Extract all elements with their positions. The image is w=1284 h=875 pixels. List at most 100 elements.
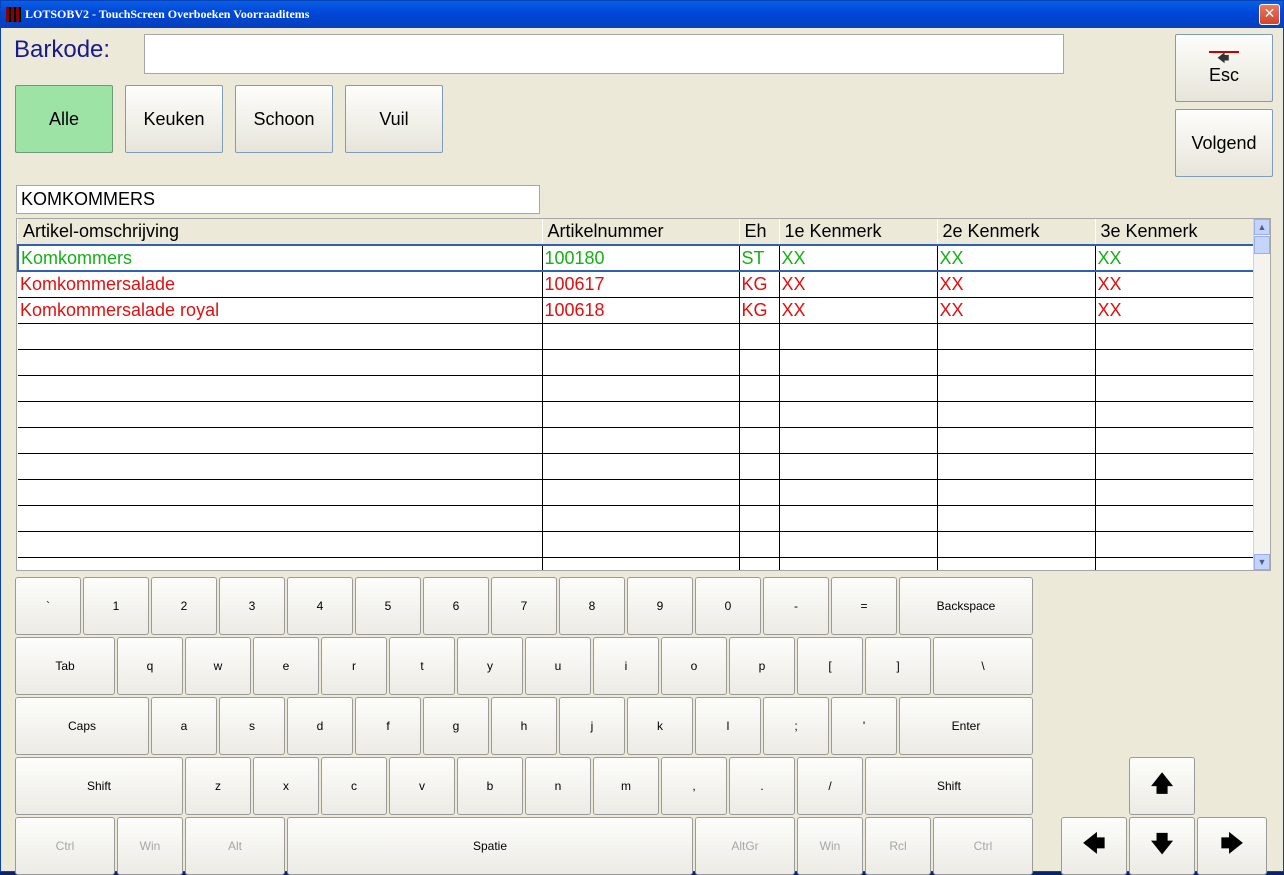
key-char-56[interactable]: 8 (559, 577, 625, 635)
key-char-109[interactable]: m (593, 757, 659, 815)
key-char-111[interactable]: o (661, 637, 727, 695)
key-alt[interactable]: Alt (185, 817, 285, 875)
key-win[interactable]: Win (797, 817, 863, 875)
key-char-110[interactable]: n (525, 757, 591, 815)
key-char-101[interactable]: e (253, 637, 319, 695)
key-char-47[interactable]: / (797, 757, 863, 815)
key-char-120[interactable]: x (253, 757, 319, 815)
key-char-108[interactable]: l (695, 697, 761, 755)
table-row[interactable]: Komkommers 100180 ST XX XX XX (17, 244, 1256, 272)
next-button[interactable]: Volgend (1175, 109, 1273, 177)
app-icon (6, 7, 21, 22)
key-char-97[interactable]: a (151, 697, 217, 755)
key-char-119[interactable]: w (185, 637, 251, 695)
column-header-attribute-1[interactable]: 1e Kenmerk (779, 219, 938, 246)
column-header-attribute-3[interactable]: 3e Kenmerk (1095, 219, 1256, 246)
key-ctrl[interactable]: Ctrl (15, 817, 115, 875)
key-shift[interactable]: Shift (865, 757, 1033, 815)
key-char-116[interactable]: t (389, 637, 455, 695)
key-rcl[interactable]: Rcl (865, 817, 931, 875)
key-char-59[interactable]: ; (763, 697, 829, 755)
key-win[interactable]: Win (117, 817, 183, 875)
column-header-unit[interactable]: Eh (739, 219, 780, 246)
key-char-106[interactable]: j (559, 697, 625, 755)
arrow-right-key[interactable]: 🡆 (1197, 817, 1267, 875)
filter-keuken-button[interactable]: Keuken (125, 85, 223, 153)
key-char-100[interactable]: d (287, 697, 353, 755)
key-char-96[interactable]: ` (15, 577, 81, 635)
key-char-92[interactable]: \ (933, 637, 1033, 695)
key-shift[interactable]: Shift (15, 757, 183, 815)
key-char-50[interactable]: 2 (151, 577, 217, 635)
key-char-102[interactable]: f (355, 697, 421, 755)
key-char-52[interactable]: 4 (287, 577, 353, 635)
key-char-45[interactable]: - (763, 577, 829, 635)
table-row[interactable] (18, 453, 1256, 480)
key-char-53[interactable]: 5 (355, 577, 421, 635)
table-row[interactable] (18, 427, 1256, 454)
key-char-103[interactable]: g (423, 697, 489, 755)
key-char-121[interactable]: y (457, 637, 523, 695)
table-row[interactable] (18, 557, 1256, 570)
key-char-46[interactable]: . (729, 757, 795, 815)
table-cell (779, 349, 938, 376)
key-char-117[interactable]: u (525, 637, 591, 695)
table-row[interactable] (18, 375, 1256, 402)
barcode-input[interactable] (144, 34, 1064, 74)
key-char-49[interactable]: 1 (83, 577, 149, 635)
table-row[interactable] (18, 349, 1256, 376)
column-header-attribute-2[interactable]: 2e Kenmerk (937, 219, 1096, 246)
key-char-54[interactable]: 6 (423, 577, 489, 635)
key-char-57[interactable]: 9 (627, 577, 693, 635)
key-char-91[interactable]: [ (797, 637, 863, 695)
key-char-118[interactable]: v (389, 757, 455, 815)
vertical-scrollbar[interactable]: ▲ ▼ (1253, 219, 1270, 570)
table-cell (779, 505, 938, 532)
key-caps[interactable]: Caps (15, 697, 149, 755)
key-ctrl[interactable]: Ctrl (933, 817, 1033, 875)
arrow-left-key[interactable]: 🡄 (1061, 817, 1127, 875)
key-char-112[interactable]: p (729, 637, 795, 695)
table-row[interactable] (18, 531, 1256, 558)
key-enter[interactable]: Enter (899, 697, 1033, 755)
key-backspace[interactable]: Backspace (899, 577, 1033, 635)
esc-button[interactable]: 🡄 Esc (1175, 34, 1273, 102)
table-row[interactable]: Komkommersalade 100617 KG XX XX XX (18, 271, 1256, 298)
filter-vuil-button[interactable]: Vuil (345, 85, 443, 153)
key-char-115[interactable]: s (219, 697, 285, 755)
filter-schoon-button[interactable]: Schoon (235, 85, 333, 153)
scroll-thumb[interactable] (1254, 236, 1270, 254)
key-char-61[interactable]: = (831, 577, 897, 635)
key-spatie[interactable]: Spatie (287, 817, 693, 875)
key-char-114[interactable]: r (321, 637, 387, 695)
column-header-description[interactable]: Artikel-omschrijving (18, 219, 543, 246)
column-header-article-number[interactable]: Artikelnummer (542, 219, 740, 246)
table-row[interactable] (18, 323, 1256, 350)
close-button[interactable]: ✕ (1259, 4, 1280, 25)
arrow-up-key[interactable]: 🡅 (1129, 757, 1195, 815)
key-char-104[interactable]: h (491, 697, 557, 755)
arrow-down-key[interactable]: 🡇 (1129, 817, 1195, 875)
key-char-93[interactable]: ] (865, 637, 931, 695)
table-row[interactable] (18, 479, 1256, 506)
table-row[interactable] (18, 401, 1256, 428)
table-row[interactable]: Komkommersalade royal 100618 KG XX XX XX (18, 297, 1256, 324)
key-char-99[interactable]: c (321, 757, 387, 815)
key-char-113[interactable]: q (117, 637, 183, 695)
key-char-44[interactable]: , (661, 757, 727, 815)
search-input[interactable]: KOMKOMMERS (16, 185, 540, 214)
table-row[interactable] (18, 505, 1256, 532)
key-char-122[interactable]: z (185, 757, 251, 815)
key-char-107[interactable]: k (627, 697, 693, 755)
scroll-down-icon[interactable]: ▼ (1254, 554, 1270, 570)
key-altgr[interactable]: AltGr (695, 817, 795, 875)
key-char-55[interactable]: 7 (491, 577, 557, 635)
key-tab[interactable]: Tab (15, 637, 115, 695)
key-char-39[interactable]: ' (831, 697, 897, 755)
key-char-98[interactable]: b (457, 757, 523, 815)
filter-alle-button[interactable]: Alle (15, 85, 113, 153)
key-char-48[interactable]: 0 (695, 577, 761, 635)
scroll-up-icon[interactable]: ▲ (1254, 219, 1270, 235)
key-char-51[interactable]: 3 (219, 577, 285, 635)
key-char-105[interactable]: i (593, 637, 659, 695)
